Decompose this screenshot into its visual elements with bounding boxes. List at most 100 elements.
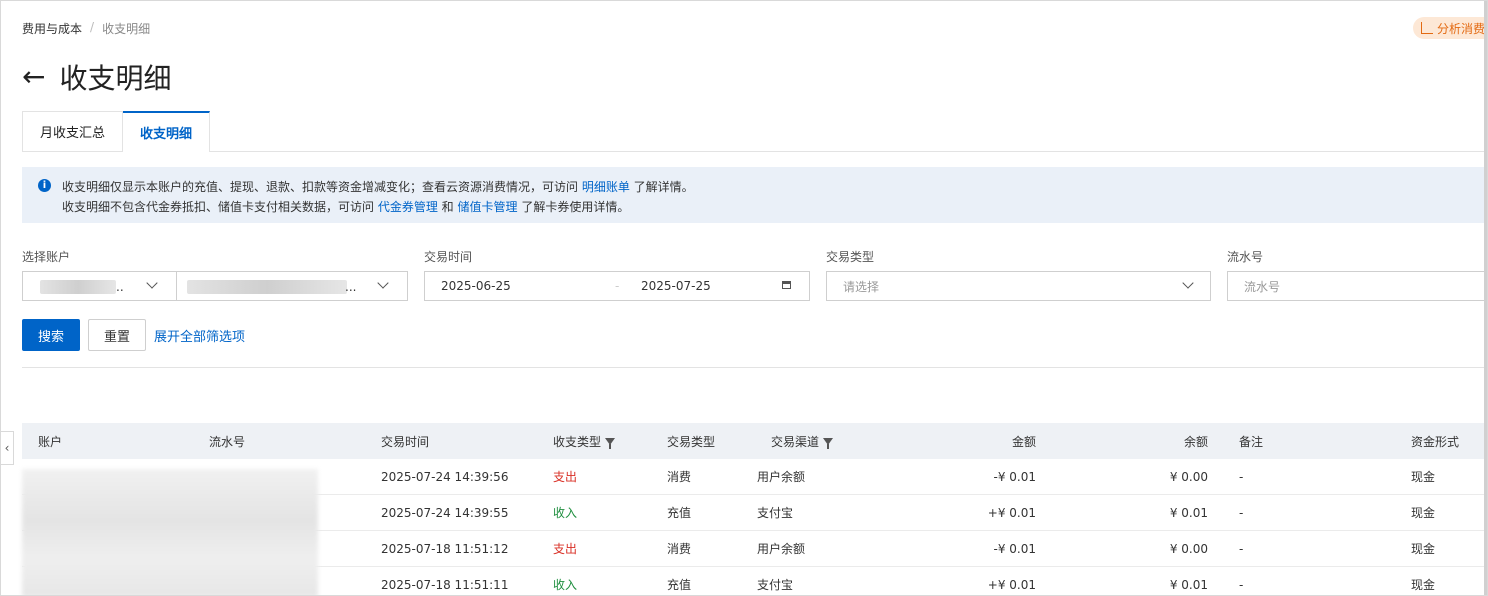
transaction-type-placeholder: 请选择 — [843, 279, 880, 294]
breadcrumb-parent[interactable]: 费用与成本 — [22, 20, 82, 37]
breadcrumb-separator: / — [90, 20, 95, 34]
cell-time: 2025-07-24 14:39:55 — [381, 505, 509, 520]
cell-direction: 支出 — [553, 470, 578, 484]
cell-amount: -¥ 0.01 — [993, 541, 1037, 556]
header-time: 交易时间 — [381, 434, 430, 449]
table-header: 账户 流水号 交易时间 收支类型 交易类型 交易渠道 金额 余额 备注 资金形式 — [22, 423, 1487, 459]
account-select-secondary-ellipsis: ... — [345, 280, 357, 294]
divider — [22, 367, 1487, 368]
tab-bar: 月收支汇总 收支明细 — [22, 111, 1487, 152]
cell-balance: ¥ 0.00 — [1169, 469, 1208, 484]
scrollbar[interactable] — [1484, 1, 1487, 595]
filter-icon[interactable] — [605, 437, 616, 449]
cell-type: 消费 — [667, 542, 692, 556]
header-direction: 收支类型 — [553, 423, 616, 459]
cell-amount: -¥ 0.01 — [993, 469, 1037, 484]
analyze-spending-label: 分析消费 — [1437, 21, 1486, 36]
header-type: 交易类型 — [667, 434, 716, 449]
serial-number-input[interactable]: 流水号 — [1227, 271, 1487, 301]
notice-line-2-text: 收支明细不包含代金券抵扣、储值卡支付相关数据，可访问 — [62, 200, 378, 214]
header-direction-label: 收支类型 — [553, 434, 602, 449]
page-title: 收支明细 — [59, 62, 172, 95]
analyze-spending-button[interactable]: 分析消费 — [1413, 17, 1487, 39]
time-filter-label: 交易时间 — [424, 250, 473, 264]
cell-time: 2025-07-18 11:51:12 — [381, 541, 509, 556]
cell-type: 充值 — [667, 506, 692, 520]
cell-balance: ¥ 0.01 — [1169, 577, 1208, 592]
reset-button[interactable]: 重置 — [88, 319, 146, 351]
date-range-picker[interactable]: 2025-06-25 - 2025-07-25 — [424, 271, 810, 301]
chart-icon — [1421, 22, 1433, 34]
chevron-left-icon[interactable]: ‹ — [1, 431, 14, 465]
account-select-primary[interactable]: .. — [22, 271, 177, 301]
cell-channel: 支付宝 — [757, 578, 794, 592]
cell-direction: 支出 — [553, 542, 578, 556]
redacted-account — [187, 280, 347, 294]
cell-type: 消费 — [667, 470, 692, 484]
voucher-management-link[interactable]: 代金券管理 — [378, 200, 438, 214]
calendar-icon — [782, 281, 791, 289]
header-fund: 资金形式 — [1411, 434, 1460, 449]
cell-time: 2025-07-24 14:39:56 — [381, 469, 509, 484]
redacted-account — [40, 280, 116, 294]
cell-direction: 收入 — [553, 506, 578, 520]
cell-type: 充值 — [667, 578, 692, 592]
header-channel-label: 交易渠道 — [771, 434, 820, 449]
billing-details-link[interactable]: 明细账单 — [582, 180, 630, 194]
cell-balance: ¥ 0.00 — [1169, 541, 1208, 556]
info-notice: i 收支明细仅显示本账户的充值、提现、退款、扣款等资金增减变化；查看云资源消费情… — [22, 167, 1487, 223]
arrow-left-icon[interactable]: ← — [22, 63, 45, 91]
info-icon: i — [38, 179, 51, 192]
chevron-down-icon — [146, 277, 158, 289]
cell-direction: 收入 — [553, 578, 578, 592]
date-start[interactable]: 2025-06-25 — [441, 279, 511, 293]
header-amount: 金额 — [1011, 434, 1036, 449]
cell-remark: - — [1239, 541, 1244, 556]
header-channel: 交易渠道 — [771, 423, 834, 459]
transaction-type-select[interactable]: 请选择 — [826, 271, 1211, 301]
cell-channel: 用户余额 — [757, 542, 806, 556]
tab-transaction-details[interactable]: 收支明细 — [123, 111, 211, 152]
date-end[interactable]: 2025-07-25 — [641, 279, 711, 293]
notice-line-2-suffix: 了解卡券使用详情。 — [517, 200, 630, 214]
cell-remark: - — [1239, 577, 1244, 592]
account-select-primary-ellipsis: .. — [116, 280, 124, 294]
serial-number-placeholder: 流水号 — [1244, 279, 1281, 294]
redacted-account-serial-block — [22, 469, 318, 595]
cell-amount: +¥ 0.01 — [987, 577, 1036, 592]
cell-remark: - — [1239, 469, 1244, 484]
chevron-down-icon — [1182, 277, 1194, 289]
breadcrumb-current: 收支明细 — [102, 22, 151, 36]
chevron-down-icon — [377, 277, 389, 289]
notice-line-2: 收支明细不包含代金券抵扣、储值卡支付相关数据，可访问 代金券管理 和 储值卡管理… — [62, 198, 629, 215]
cell-channel: 用户余额 — [757, 470, 806, 484]
cell-amount: +¥ 0.01 — [987, 505, 1036, 520]
cell-time: 2025-07-18 11:51:11 — [381, 577, 509, 592]
header-remark: 备注 — [1239, 434, 1264, 449]
title-row: ← 收支明细 — [22, 57, 171, 97]
cell-fund: 现金 — [1411, 542, 1436, 556]
stored-value-card-link[interactable]: 储值卡管理 — [457, 200, 517, 214]
search-button[interactable]: 搜索 — [22, 319, 80, 351]
page-frame: 费用与成本 / 收支明细 分析消费 ← 收支明细 月收支汇总 收支明细 i 收支… — [0, 0, 1488, 596]
header-balance: 余额 — [1183, 434, 1208, 449]
filter-icon[interactable] — [823, 437, 834, 449]
account-filter-label: 选择账户 — [22, 250, 71, 264]
serial-filter-label: 流水号 — [1227, 250, 1264, 264]
cell-remark: - — [1239, 505, 1244, 520]
expand-filters-link[interactable]: 展开全部筛选项 — [154, 319, 245, 351]
header-account: 账户 — [38, 434, 63, 449]
notice-line-1-suffix: 了解详情。 — [629, 180, 694, 194]
date-separator: - — [615, 279, 620, 293]
account-select-secondary[interactable]: ... — [176, 271, 408, 301]
cell-fund: 现金 — [1411, 506, 1436, 520]
cell-fund: 现金 — [1411, 578, 1436, 592]
cell-fund: 现金 — [1411, 470, 1436, 484]
notice-line-1-text: 收支明细仅显示本账户的充值、提现、退款、扣款等资金增减变化；查看云资源消费情况，… — [62, 180, 582, 194]
header-serial: 流水号 — [209, 434, 246, 449]
tab-monthly-summary[interactable]: 月收支汇总 — [22, 111, 124, 151]
breadcrumb: 费用与成本 / 收支明细 — [22, 20, 150, 37]
notice-line-1: 收支明细仅显示本账户的充值、提现、退款、扣款等资金增减变化；查看云资源消费情况，… — [62, 178, 694, 195]
type-filter-label: 交易类型 — [826, 250, 875, 264]
cell-channel: 支付宝 — [757, 506, 794, 520]
